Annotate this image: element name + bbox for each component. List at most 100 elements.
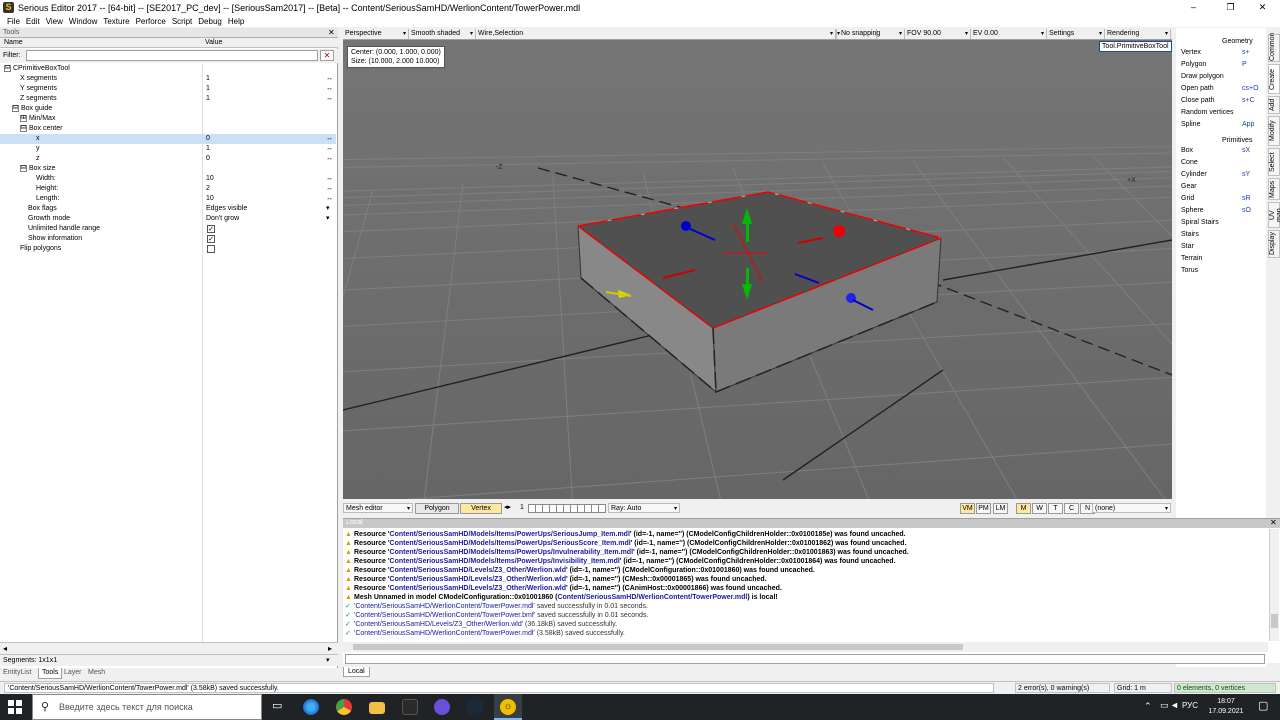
- scroll-right-icon[interactable]: ▸: [328, 644, 332, 653]
- menu-script[interactable]: Script: [172, 17, 192, 26]
- log-path[interactable]: Content/SeriousSamHD/Models/Items/PowerU…: [390, 549, 634, 556]
- ev-dropdown[interactable]: EV 0.00 ▾: [971, 29, 1047, 39]
- expand-toggle-icon[interactable]: ⊟: [12, 104, 19, 112]
- spinner-drag-icon[interactable]: ↔: [326, 94, 333, 104]
- spinner-drag-icon[interactable]: ↔: [326, 134, 333, 144]
- property-value[interactable]: 0: [206, 134, 210, 144]
- create-sphere-button[interactable]: Sphere: [1181, 207, 1204, 214]
- filter-input[interactable]: [26, 50, 318, 61]
- log-vscroll[interactable]: [1269, 529, 1279, 641]
- log-path[interactable]: Content/SeriousSamHD/WerlionContent/Towe…: [355, 603, 533, 610]
- property-row[interactable]: X segments 1 ↔: [0, 74, 336, 84]
- create-terrain-button[interactable]: Terrain: [1181, 255, 1202, 262]
- property-value[interactable]: 2: [206, 184, 210, 194]
- spinner-drag-icon[interactable]: ↔: [326, 174, 333, 184]
- property-value[interactable]: 1: [206, 94, 210, 104]
- create-cylinder-button[interactable]: Cylinder: [1181, 171, 1207, 178]
- notifications-icon[interactable]: ▢: [1258, 699, 1268, 712]
- create-star-button[interactable]: Star: [1181, 243, 1194, 250]
- ray-dropdown[interactable]: Ray: Auto ▾: [608, 503, 680, 513]
- tab-entitylist[interactable]: EntityList: [3, 669, 31, 676]
- spinner-drag-icon[interactable]: ↔: [326, 184, 333, 194]
- menu-edit[interactable]: Edit: [26, 17, 40, 26]
- menu-help[interactable]: Help: [228, 17, 244, 26]
- property-row[interactable]: Width: 10 ↔: [0, 174, 336, 184]
- menu-perforce[interactable]: Perforce: [136, 17, 166, 26]
- mode-lm-button[interactable]: LM: [993, 503, 1008, 514]
- log-path[interactable]: Content/SeriousSamHD/Levels/Z3_Other/Wer…: [390, 567, 566, 574]
- taskbar-search[interactable]: ⚲ Введите здесь текст для поиска: [32, 694, 262, 720]
- property-row[interactable]: Y segments 1 ↔: [0, 84, 336, 94]
- tab-uv-map[interactable]: UV map: [1268, 202, 1280, 228]
- mode-vm-button[interactable]: VM: [960, 503, 975, 514]
- menu-view[interactable]: View: [46, 17, 63, 26]
- property-row[interactable]: ⊟ CPrimitiveBoxTool: [0, 64, 336, 74]
- tab-display[interactable]: Display: [1268, 230, 1280, 258]
- projection-dropdown[interactable]: Perspective ▾: [343, 29, 409, 39]
- tab-modify[interactable]: Modify: [1268, 116, 1280, 146]
- polygon-mode-button[interactable]: Polygon: [415, 503, 459, 514]
- property-value[interactable]: 1: [206, 144, 210, 154]
- tab-common[interactable]: Common: [1268, 33, 1280, 62]
- log-hscroll[interactable]: [343, 642, 1268, 652]
- property-checkbox[interactable]: ✓: [207, 225, 215, 233]
- mode-pm-button[interactable]: PM: [976, 503, 991, 514]
- segments-dropdown-icon[interactable]: ▾: [326, 656, 330, 664]
- column-name-header[interactable]: Name: [4, 39, 23, 46]
- expand-toggle-icon[interactable]: ⊟: [4, 64, 11, 72]
- create-spiral-stairs-button[interactable]: Spiral Stairs: [1181, 219, 1219, 226]
- menu-texture[interactable]: Texture: [103, 17, 129, 26]
- maximize-button[interactable]: ❐: [1213, 0, 1248, 15]
- volume-icon[interactable]: ◄: [1170, 700, 1179, 710]
- property-row[interactable]: Box flags Edges visible ▾: [0, 204, 336, 214]
- property-value[interactable]: 10: [206, 194, 214, 204]
- create-vertex-button[interactable]: Vertex: [1181, 49, 1201, 56]
- log-scroll-thumb[interactable]: [1271, 614, 1278, 628]
- shading-dropdown[interactable]: Smooth shaded ▾: [409, 29, 476, 39]
- app-icon-purple[interactable]: [434, 699, 450, 715]
- property-value[interactable]: Edges visible: [206, 204, 247, 214]
- menu-window[interactable]: Window: [69, 17, 97, 26]
- create-box-button[interactable]: Box: [1181, 147, 1193, 154]
- layer-dropdown[interactable]: (none) ▾: [1092, 503, 1171, 513]
- task-view-icon[interactable]: ▭: [272, 699, 282, 712]
- spinner-drag-icon[interactable]: ↔: [326, 84, 333, 94]
- mode-w-button[interactable]: W: [1032, 503, 1047, 514]
- create-random-vertices-button[interactable]: Random vertices: [1181, 109, 1234, 116]
- edge-icon[interactable]: [303, 699, 319, 715]
- page-slots[interactable]: [528, 504, 606, 513]
- settings-dropdown[interactable]: Settings ▾: [1047, 29, 1105, 39]
- status-errors[interactable]: 2 error(s), 0 warning(s): [1015, 683, 1110, 693]
- close-window-button[interactable]: ✕: [1245, 0, 1280, 15]
- create-torus-button[interactable]: Torus: [1181, 267, 1198, 274]
- property-row[interactable]: ⊟ Box guide: [0, 104, 336, 114]
- tab-select[interactable]: Select: [1268, 148, 1280, 176]
- property-row[interactable]: Length: 10 ↔: [0, 194, 336, 204]
- property-row[interactable]: y 1 ↔: [0, 144, 336, 154]
- property-value[interactable]: Don't grow: [206, 214, 239, 224]
- chrome-icon[interactable]: [336, 699, 352, 715]
- dropdown-arrow-icon[interactable]: ▾: [326, 204, 330, 214]
- log-path[interactable]: Content/SeriousSamHD/WerlionContent/Towe…: [557, 594, 747, 601]
- filter-clear-button[interactable]: ✕: [320, 50, 334, 61]
- log-path[interactable]: Content/SeriousSamHD/WerlionContent/Towe…: [355, 630, 533, 637]
- tab-mesh[interactable]: Mesh: [88, 669, 105, 676]
- store-icon[interactable]: [402, 699, 418, 715]
- spinner-drag-icon[interactable]: ↔: [326, 74, 333, 84]
- mode-t-button[interactable]: T: [1048, 503, 1063, 514]
- clock[interactable]: 18:07 17.09.2021: [1206, 697, 1246, 717]
- mesh-editor-dropdown[interactable]: Mesh editor ▾: [343, 503, 413, 513]
- tools-panel-close-icon[interactable]: ✕: [328, 28, 335, 37]
- log-path[interactable]: Content/SeriousSamHD/Levels/Z3_Other/Wer…: [355, 621, 521, 628]
- property-value[interactable]: 10: [206, 174, 214, 184]
- tab-add[interactable]: Add: [1268, 96, 1280, 114]
- create-gear-button[interactable]: Gear: [1181, 183, 1197, 190]
- property-row[interactable]: z 0 ↔: [0, 154, 336, 164]
- steam-icon[interactable]: [467, 699, 483, 715]
- log-path[interactable]: Content/SeriousSamHD/Levels/Z3_Other/Wer…: [390, 576, 566, 583]
- log-close-icon[interactable]: ✕: [1270, 518, 1277, 527]
- fov-dropdown[interactable]: FOV 90.00 ▾: [905, 29, 971, 39]
- menu-debug[interactable]: Debug: [198, 17, 222, 26]
- log-path[interactable]: Content/SeriousSamHD/Models/Items/PowerU…: [390, 540, 631, 547]
- spinner-drag-icon[interactable]: ↔: [326, 154, 333, 164]
